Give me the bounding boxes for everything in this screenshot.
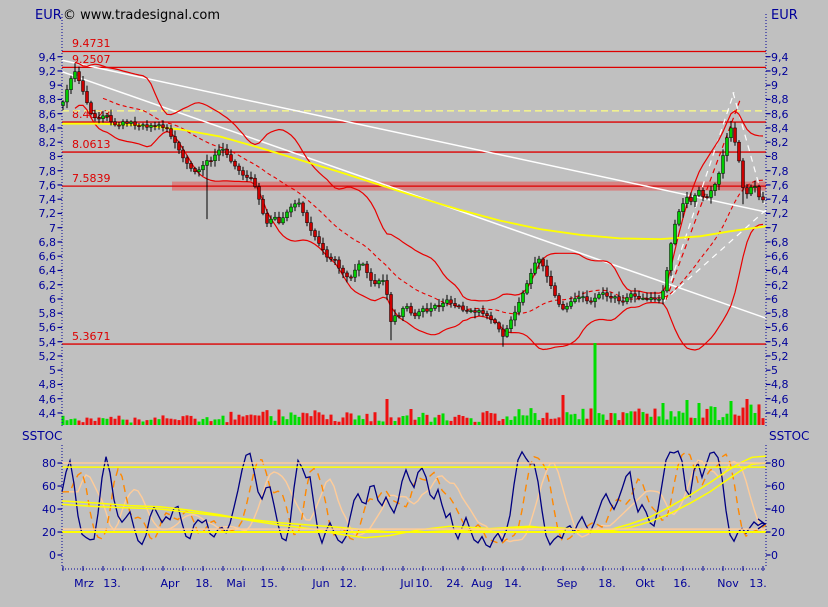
trading-chart-window: EUR © www.tradesignal.com EUR SSTOC SSTO… (0, 0, 828, 607)
chart-canvas[interactable] (0, 0, 828, 607)
